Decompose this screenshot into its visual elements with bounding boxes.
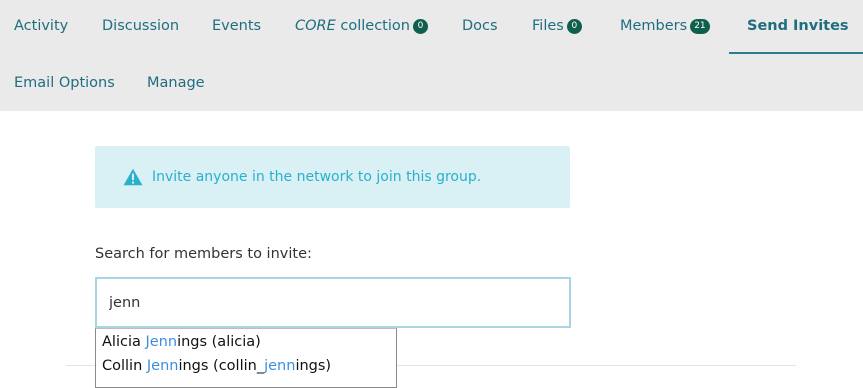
info-notice: Invite anyone in the network to join thi… (95, 146, 570, 208)
autocomplete-dropdown: Alicia Jennings (alicia) Collin Jennings… (95, 328, 397, 388)
suggestion-text: ings) (295, 358, 332, 374)
nav-item-label: Discussion (102, 18, 180, 34)
nav-item-label: Members (620, 18, 688, 34)
nav-item-discussion[interactable]: Discussion (102, 16, 179, 36)
suggestion-text: Collin (102, 358, 147, 374)
nav-item-activity[interactable]: Activity (14, 16, 68, 36)
nav-item-label: Send Invites (747, 18, 849, 34)
notice-text: Invite anyone in the network to join thi… (152, 169, 482, 185)
suggestion-match: Jenn (145, 334, 178, 350)
nav-item-email-options[interactable]: Email Options (14, 73, 115, 93)
count-badge: 0 (566, 19, 582, 34)
count-badge: 21 (690, 19, 710, 34)
suggestion-text: Alicia (102, 334, 146, 350)
nav-item-label: Files (532, 18, 564, 34)
search-label: Search for members to invite: (95, 246, 312, 262)
nav-item-label: collection (335, 18, 410, 34)
nav-item-docs[interactable]: Docs (462, 16, 498, 36)
nav-item-label: Manage (147, 75, 205, 91)
nav-item-core-collection[interactable]: CORE collection 0 (295, 16, 428, 36)
nav-item-label: Docs (462, 18, 498, 34)
nav-item-label-italic: CORE (295, 18, 336, 34)
suggestion-item[interactable]: Collin Jennings (collin_jennings) (102, 356, 331, 376)
suggestion-item[interactable]: Alicia Jennings (alicia) (102, 332, 261, 352)
nav-item-send-invites[interactable]: Send Invites (747, 16, 849, 36)
suggestion-text: ings (alicia) (177, 334, 261, 350)
active-tab-underline (729, 52, 863, 54)
nav-item-events[interactable]: Events (212, 16, 261, 36)
suggestion-match: jenn (264, 358, 296, 374)
suggestion-text: ings (collin_ (178, 358, 265, 374)
nav-item-label: Events (212, 18, 262, 34)
nav-item-members[interactable]: Members 21 (620, 16, 710, 36)
warning-icon (123, 168, 143, 186)
nav-item-manage[interactable]: Manage (147, 73, 205, 93)
nav-item-label: Email Options (14, 75, 115, 91)
count-badge: 0 (412, 19, 428, 34)
group-nav: Activity Discussion Events CORE collecti… (0, 0, 863, 111)
member-search-input[interactable] (95, 277, 571, 328)
suggestion-match: Jenn (146, 358, 179, 374)
nav-item-label: Activity (14, 18, 69, 34)
nav-item-files[interactable]: Files 0 (532, 16, 582, 36)
